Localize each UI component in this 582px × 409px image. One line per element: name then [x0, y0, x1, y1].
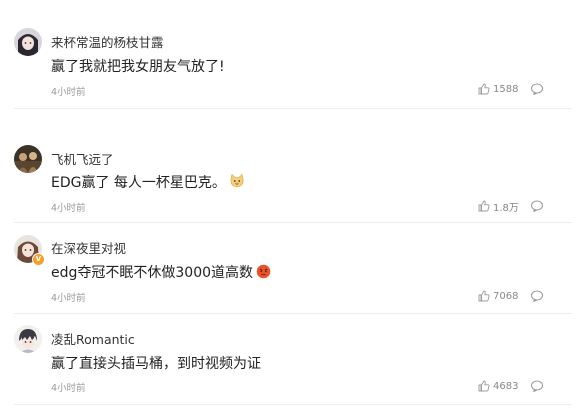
timestamp: 4小时前	[51, 203, 86, 214]
comment-text: 赢了我就把我女朋友气放了!	[51, 59, 225, 75]
like-count: 1.8万	[493, 202, 519, 214]
thumbs-up-icon	[478, 200, 490, 212]
like-count: 4683	[493, 380, 519, 392]
angry-face-emoji-icon	[256, 264, 271, 279]
divider	[14, 404, 572, 405]
like-button[interactable]: 1.8万	[478, 199, 519, 214]
reply-button[interactable]	[530, 378, 544, 392]
comment-bubble-icon	[531, 290, 543, 302]
username[interactable]: 来杯常温的杨枝甘露	[51, 32, 164, 51]
thumbs-up-icon	[478, 380, 490, 392]
comment-bubble-icon	[531, 200, 543, 212]
reply-button[interactable]	[530, 198, 544, 212]
comment-text: 赢了直接头插马桶，到时视频为证	[51, 356, 261, 372]
like-button[interactable]: 1588	[478, 82, 518, 96]
photo-avatar-icon	[14, 145, 42, 173]
divider	[14, 222, 572, 223]
like-button[interactable]: 7068	[478, 289, 518, 303]
cat-face-emoji-icon	[230, 173, 244, 188]
divider	[14, 108, 572, 109]
like-count: 1588	[493, 83, 519, 95]
comment-text: edg夺冠不眠不休做3000道高数	[51, 262, 271, 282]
username[interactable]: 在深夜里对视	[51, 238, 126, 257]
comment-item: 来杯常温的杨枝甘露 赢了我就把我女朋友气放了! 4小时前 1588	[0, 0, 582, 110]
avatar[interactable]	[14, 145, 42, 173]
comment-bubble-icon	[531, 83, 543, 95]
verified-badge: V	[32, 253, 45, 266]
anime-girl-avatar-icon	[14, 28, 42, 56]
avatar[interactable]	[14, 28, 42, 56]
username[interactable]: 飞机飞远了	[51, 149, 114, 168]
comment-bubble-icon	[531, 380, 543, 392]
timestamp: 4小时前	[51, 383, 86, 394]
avatar[interactable]	[14, 325, 42, 353]
like-button[interactable]: 4683	[478, 379, 518, 393]
thumbs-up-icon	[478, 290, 490, 302]
comment-text: EDG赢了 每人一杯星巴克。	[51, 172, 245, 192]
divider	[14, 313, 572, 314]
comment-text-body: edg夺冠不眠不休做3000道高数	[51, 265, 254, 281]
reply-button[interactable]	[530, 288, 544, 302]
comment-text-body: EDG赢了 每人一杯星巴克。	[51, 175, 226, 191]
timestamp: 4小时前	[51, 87, 86, 98]
timestamp: 4小时前	[51, 293, 86, 304]
like-count: 7068	[493, 290, 519, 302]
reply-button[interactable]	[530, 81, 544, 95]
username[interactable]: 凌乱Romantic	[51, 329, 135, 348]
thumbs-up-icon	[478, 83, 490, 95]
anime-boy-avatar-icon	[14, 325, 42, 353]
